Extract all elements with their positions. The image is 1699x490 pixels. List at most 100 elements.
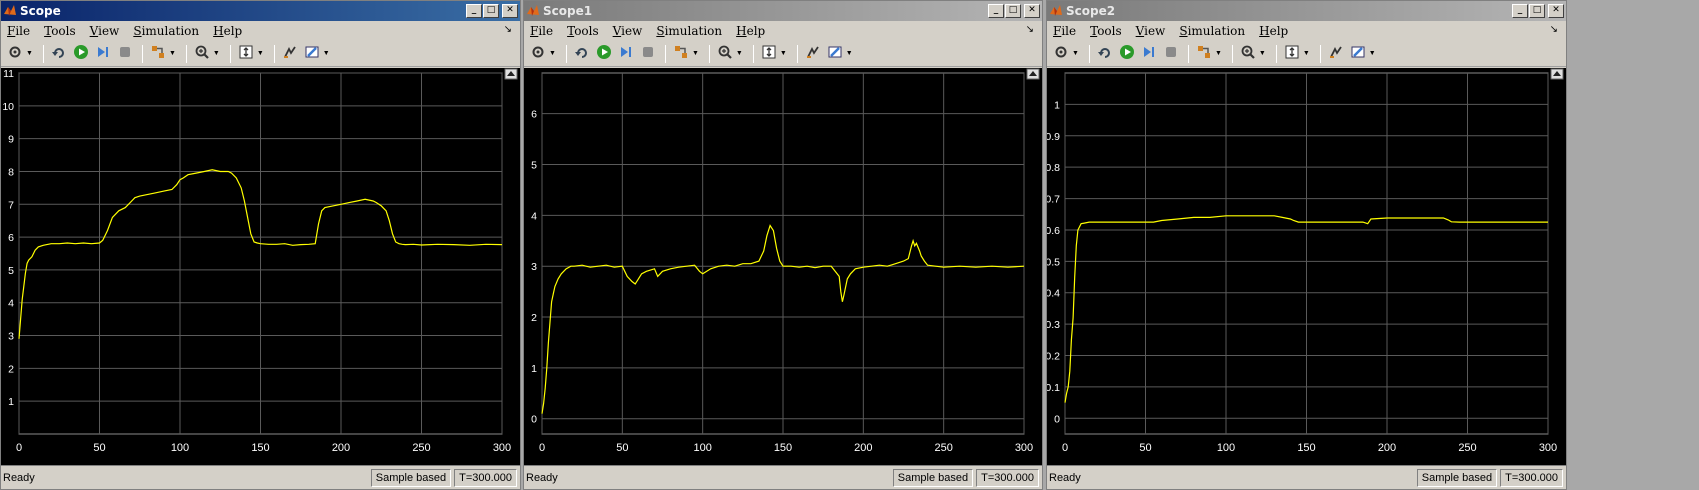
stop-button[interactable] (115, 44, 135, 64)
stop-icon (1163, 44, 1179, 63)
dropdown-arrow-icon[interactable]: ▼ (257, 50, 264, 57)
autoscale-button[interactable] (236, 44, 256, 64)
step-forward-button[interactable] (1139, 44, 1159, 64)
dropdown-arrow-icon[interactable]: ▼ (323, 50, 330, 57)
zoom-in-button[interactable] (1238, 44, 1258, 64)
y-tick-label: 0.7 (1047, 194, 1060, 206)
maximize-button[interactable]: □ (483, 4, 499, 18)
run-button[interactable] (1117, 44, 1137, 64)
dropdown-arrow-icon[interactable]: ▼ (1369, 50, 1376, 57)
dropdown-arrow-icon[interactable]: ▼ (549, 50, 556, 57)
status-bar: Ready Sample based T=300.000 (524, 465, 1042, 489)
dock-arrow-icon[interactable]: ↘ (1550, 24, 1558, 35)
dropdown-arrow-icon[interactable]: ▼ (1303, 50, 1310, 57)
step-forward-button[interactable] (616, 44, 636, 64)
autoscale-button[interactable] (1282, 44, 1302, 64)
zoom-in-button[interactable] (192, 44, 212, 64)
y-tick-label: 3 (8, 331, 14, 343)
style-button[interactable] (302, 44, 322, 64)
close-button[interactable]: ✕ (502, 4, 518, 18)
menu-simulation[interactable]: Simulation (1179, 24, 1245, 38)
x-tick-label: 300 (493, 442, 511, 454)
zoom-in-button[interactable] (715, 44, 735, 64)
dropdown-arrow-icon[interactable]: ▼ (846, 50, 853, 57)
close-button[interactable]: ✕ (1024, 4, 1040, 18)
menu-simulation[interactable]: Simulation (656, 24, 722, 38)
close-button[interactable]: ✕ (1548, 4, 1564, 18)
dropdown-arrow-icon[interactable]: ▼ (780, 50, 787, 57)
highlight-block-button[interactable] (671, 44, 691, 64)
maximize-button[interactable]: □ (1005, 4, 1021, 18)
y-tick-label: 9 (8, 134, 14, 146)
autoscale-icon (761, 44, 777, 63)
y-tick-label: 4 (8, 298, 14, 310)
plot-restore-button[interactable] (504, 68, 518, 80)
highlight-block-icon (673, 44, 689, 63)
title-bar[interactable]: Scope1 _ □ ✕ (524, 1, 1042, 21)
status-time: T=300.000 (976, 468, 1039, 487)
menu-view[interactable]: View (90, 24, 120, 38)
x-tick-label: 250 (412, 442, 430, 454)
menu-tools[interactable]: Tools (1090, 24, 1122, 38)
plot-restore-button[interactable] (1026, 68, 1040, 80)
menu-help[interactable]: Help (1259, 24, 1288, 38)
autoscale-icon (238, 44, 254, 63)
highlight-block-button[interactable] (148, 44, 168, 64)
autoscale-button[interactable] (759, 44, 779, 64)
dropdown-arrow-icon[interactable]: ▼ (1215, 50, 1222, 57)
config-properties-button[interactable] (5, 44, 25, 64)
dock-arrow-icon[interactable]: ↘ (1026, 24, 1034, 35)
triggers-button[interactable] (1326, 44, 1346, 64)
menu-view[interactable]: View (1136, 24, 1166, 38)
step-back-button[interactable] (1095, 44, 1115, 64)
menu-tools[interactable]: Tools (567, 24, 599, 38)
run-button[interactable] (71, 44, 91, 64)
dropdown-arrow-icon[interactable]: ▼ (1072, 50, 1079, 57)
y-tick-label: 1 (1054, 99, 1060, 111)
dropdown-arrow-icon[interactable]: ▼ (1259, 50, 1266, 57)
title-bar[interactable]: Scope2 _ □ ✕ (1047, 1, 1566, 21)
toolbar: ▼ ▼ ▼ ▼ ▼ (1, 41, 520, 67)
triggers-button[interactable] (803, 44, 823, 64)
status-ready: Ready (526, 471, 558, 484)
y-tick-label: 2 (531, 312, 537, 324)
menu-tools[interactable]: Tools (44, 24, 76, 38)
window-controls: _ □ ✕ (466, 4, 518, 18)
minimize-button[interactable]: _ (1512, 4, 1528, 18)
triggers-button[interactable] (280, 44, 300, 64)
stop-button[interactable] (638, 44, 658, 64)
dock-arrow-icon[interactable]: ↘ (504, 24, 512, 35)
minimize-button[interactable]: _ (988, 4, 1004, 18)
plot-restore-button[interactable] (1550, 68, 1564, 80)
dropdown-arrow-icon[interactable]: ▼ (736, 50, 743, 57)
menu-simulation[interactable]: Simulation (133, 24, 199, 38)
config-properties-button[interactable] (1051, 44, 1071, 64)
dropdown-arrow-icon[interactable]: ▼ (169, 50, 176, 57)
dropdown-arrow-icon[interactable]: ▼ (26, 50, 33, 57)
minimize-button[interactable]: _ (466, 4, 482, 18)
config-properties-button[interactable] (528, 44, 548, 64)
menu-bar: File Tools View Simulation Help ↘ (1047, 21, 1566, 41)
step-forward-button[interactable] (93, 44, 113, 64)
menu-file[interactable]: File (1053, 24, 1076, 38)
menu-file[interactable]: File (7, 24, 30, 38)
maximize-button[interactable]: □ (1529, 4, 1545, 18)
step-back-button[interactable] (572, 44, 592, 64)
highlight-block-button[interactable] (1194, 44, 1214, 64)
menu-help[interactable]: Help (213, 24, 242, 38)
step-back-button[interactable] (49, 44, 69, 64)
toolbar-separator (1088, 44, 1090, 63)
stop-button[interactable] (1161, 44, 1181, 64)
dropdown-arrow-icon[interactable]: ▼ (213, 50, 220, 57)
run-button[interactable] (594, 44, 614, 64)
style-button[interactable] (1348, 44, 1368, 64)
menu-view[interactable]: View (613, 24, 643, 38)
menu-file[interactable]: File (530, 24, 553, 38)
y-tick-label: 11 (3, 68, 14, 80)
menu-help[interactable]: Help (736, 24, 765, 38)
title-bar[interactable]: Scope _ □ ✕ (1, 1, 520, 21)
style-button[interactable] (825, 44, 845, 64)
desktop: Scope _ □ ✕ File Tools View Simulation Help ↘ ▼ ▼ ▼ ▼… (0, 0, 1699, 490)
dropdown-arrow-icon[interactable]: ▼ (692, 50, 699, 57)
status-time: T=300.000 (454, 468, 517, 487)
